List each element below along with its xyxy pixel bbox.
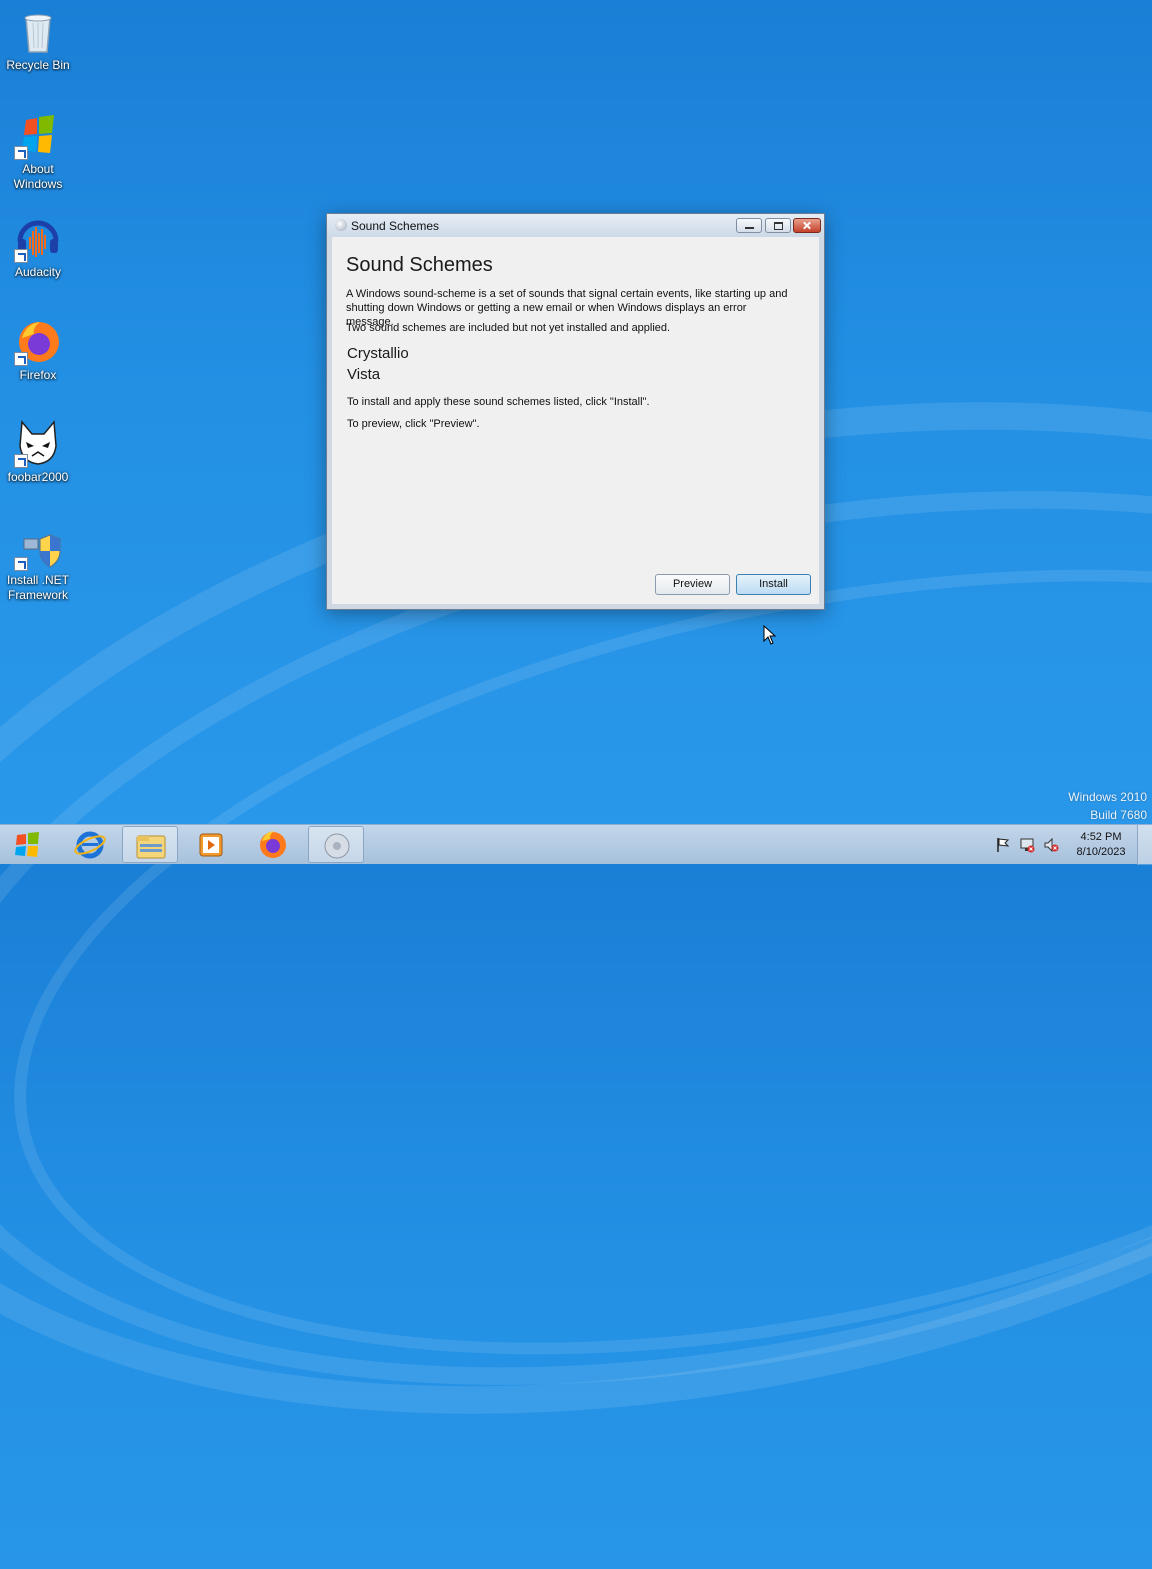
desktop-icon-label: Recycle Bin — [6, 58, 70, 72]
sound-schemes-app-icon — [324, 833, 350, 859]
desktop-icon-label: foobar2000 — [7, 470, 69, 484]
sound-schemes-window: Sound Schemes Sound Schemes A Windows so… — [326, 213, 825, 610]
taskbar: 4:52 PM 8/10/2023 — [0, 824, 1152, 865]
windows-logo-icon — [14, 112, 62, 160]
desktop-icon-label: Audacity — [14, 265, 62, 279]
desktop-icon-foobar2000[interactable]: foobar2000 — [2, 420, 74, 485]
volume-muted-icon[interactable] — [1043, 837, 1059, 853]
page-title: Sound Schemes — [346, 254, 493, 276]
scheme-item-crystallio: Crystallio — [347, 345, 409, 362]
audacity-icon — [14, 215, 62, 263]
window-title: Sound Schemes — [351, 219, 440, 233]
desktop-icon-install-net-framework[interactable]: Install .NET Framework — [2, 523, 74, 603]
system-clock[interactable]: 4:52 PM 8/10/2023 — [1070, 830, 1132, 860]
desktop-icon-about-windows[interactable]: About Windows — [2, 112, 74, 192]
recycle-bin-icon — [14, 8, 62, 56]
included-note-text: Two sound schemes are included but not y… — [346, 322, 671, 334]
shortcut-arrow-icon — [14, 352, 28, 366]
flag-icon[interactable] — [995, 837, 1011, 853]
start-orb-icon — [15, 832, 39, 857]
start-button[interactable] — [4, 827, 52, 863]
maximize-button[interactable] — [765, 218, 791, 233]
window-titlebar[interactable]: Sound Schemes — [327, 214, 824, 237]
mouse-cursor-icon — [763, 625, 777, 645]
desktop-icon-label: Firefox — [19, 368, 57, 382]
shortcut-arrow-icon — [14, 557, 28, 571]
firefox-icon — [14, 318, 62, 366]
shortcut-arrow-icon — [14, 454, 28, 468]
install-button[interactable]: Install — [736, 574, 811, 595]
desktop-icon-audacity[interactable]: Audacity — [2, 215, 74, 280]
internet-explorer-icon — [74, 831, 106, 859]
desktop-icon-recycle-bin[interactable]: Recycle Bin — [2, 8, 74, 73]
clock-date: 8/10/2023 — [1076, 846, 1126, 858]
scheme-item-vista: Vista — [347, 366, 381, 383]
window-content: Sound Schemes A Windows sound-scheme is … — [332, 237, 819, 604]
app-title-icon — [335, 219, 347, 231]
foobar2000-icon — [14, 420, 62, 468]
shortcut-arrow-icon — [14, 146, 28, 160]
firefox-icon — [260, 831, 286, 858]
clock-time: 4:52 PM — [1080, 831, 1122, 843]
network-icon[interactable] — [1019, 837, 1035, 853]
taskbar-file-explorer[interactable] — [122, 826, 178, 863]
desktop-icon-firefox[interactable]: Firefox — [2, 318, 74, 383]
shield-installer-icon — [14, 523, 62, 571]
close-button[interactable] — [793, 218, 821, 233]
taskbar-internet-explorer[interactable] — [62, 826, 118, 863]
shortcut-arrow-icon — [14, 249, 28, 263]
preview-button[interactable]: Preview — [655, 574, 730, 595]
file-explorer-icon — [136, 835, 166, 859]
preview-hint-text: To preview, click "Preview". — [347, 418, 480, 430]
build-watermark-line1: Windows 2010 — [1068, 790, 1147, 804]
build-watermark-line2: Build 7680 — [1090, 808, 1147, 822]
minimize-button[interactable] — [736, 218, 762, 233]
desktop-icon-label: About Windows — [13, 162, 63, 191]
desktop-icon-label: Install .NET Framework — [6, 573, 69, 602]
taskbar-media-player[interactable] — [183, 826, 239, 863]
taskbar-firefox[interactable] — [245, 826, 301, 863]
install-hint-text: To install and apply these sound schemes… — [347, 396, 650, 408]
media-player-icon — [199, 833, 223, 857]
taskbar-sound-schemes[interactable] — [308, 826, 364, 863]
show-desktop-button[interactable] — [1137, 825, 1152, 865]
